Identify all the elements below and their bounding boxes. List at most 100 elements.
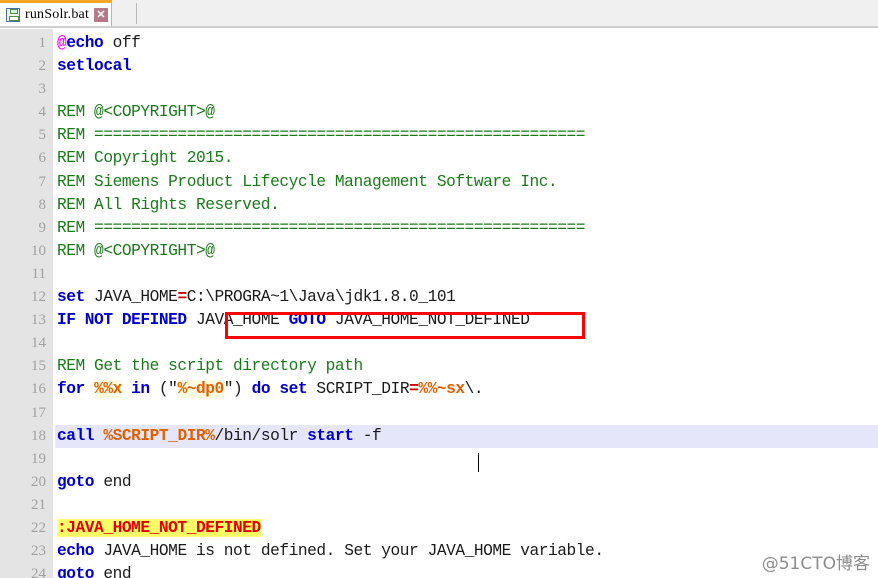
code-token: SCRIPT_DIR — [307, 380, 410, 399]
code-token: start — [307, 426, 354, 445]
code-text[interactable]: for %%x in ("%~dp0") do set SCRIPT_DIR=%… — [57, 378, 484, 401]
code-token: end — [94, 565, 132, 578]
code-text[interactable]: REM Get the script directory path — [57, 355, 363, 378]
code-token: %%~sx — [418, 380, 465, 399]
line-number: 4 — [38, 104, 47, 121]
tab-label: runSolr.bat — [25, 6, 90, 22]
code-text[interactable]: echo JAVA_HOME is not defined. Set your … — [57, 540, 604, 563]
code-text[interactable]: REM Copyright 2015. — [57, 147, 233, 170]
code-text[interactable]: REM @<COPYRIGHT>@ — [57, 101, 215, 124]
code-token: ") — [223, 380, 252, 399]
code-text[interactable]: set JAVA_HOME=C:\PROGRA~1\Java\jdk1.8.0_… — [57, 286, 456, 309]
code-token: REM @<COPYRIGHT>@ — [57, 103, 215, 122]
code-line[interactable]: 24 goto end — [0, 563, 878, 578]
code-token: %~dp0 — [177, 380, 224, 399]
code-token: \. — [464, 380, 484, 399]
code-token: = — [177, 288, 187, 307]
code-token: setlocal — [57, 57, 132, 76]
code-lines[interactable]: 1 @echo off 2 setlocal 3 4 REM @<COPYRIGHT>@ 5 R… — [0, 32, 878, 578]
code-line[interactable]: 14 — [0, 332, 878, 355]
code-token: (" — [149, 380, 178, 399]
code-text[interactable]: goto end — [57, 471, 132, 494]
line-number: 12 — [31, 289, 46, 306]
editor-tab-runsolr-bat[interactable]: runSolr.bat ✕ — [0, 0, 113, 26]
code-text[interactable]: @echo off — [57, 32, 141, 55]
code-line[interactable]: 16 for %%x in ("%~dp0") do set SCRIPT_DIR… — [0, 378, 878, 401]
code-line[interactable]: 8 REM All Rights Reserved. — [0, 194, 878, 217]
code-line[interactable]: 21 — [0, 494, 878, 517]
code-text[interactable]: setlocal — [57, 55, 132, 78]
line-number: 9 — [38, 219, 47, 236]
line-number: 15 — [31, 358, 46, 375]
code-token: echo — [66, 34, 104, 52]
code-line[interactable]: 10 REM @<COPYRIGHT>@ — [0, 240, 878, 263]
code-token: echo — [57, 542, 95, 561]
code-token: JAVA_HOME is not defined. Set your JAVA_… — [94, 542, 604, 561]
code-line[interactable]: 6 REM Copyright 2015. — [0, 147, 878, 170]
line-number: 10 — [31, 242, 46, 259]
line-number: 11 — [31, 265, 46, 282]
code-token: REM ====================================… — [57, 126, 586, 145]
tab-divider — [136, 3, 137, 24]
code-text[interactable]: REM Siemens Product Lifecycle Management… — [57, 171, 558, 194]
code-line[interactable]: 13 IF NOT DEFINED JAVA_HOME GOTO JAVA_HOM… — [0, 309, 878, 332]
floppy-disk-save-icon — [6, 7, 20, 22]
code-token: REM ====================================… — [57, 218, 586, 237]
code-text[interactable]: REM @<COPYRIGHT>@ — [57, 240, 215, 263]
code-token: in — [131, 380, 150, 399]
code-token: JAVA_HOME — [84, 288, 178, 307]
code-line[interactable]: 15 REM Get the script directory path — [0, 355, 878, 378]
code-text[interactable]: REM ====================================… — [57, 217, 586, 240]
code-token: goto — [57, 472, 95, 491]
line-number: 5 — [38, 127, 47, 144]
code-line[interactable]: 9 REM ===================================… — [0, 217, 878, 240]
watermark: @51CTO博客 — [761, 554, 870, 574]
code-text[interactable]: goto end — [57, 563, 132, 578]
code-token: call — [57, 426, 95, 445]
line-number: 1 — [38, 35, 47, 51]
line-number: 8 — [38, 196, 47, 213]
code-text[interactable]: IF NOT DEFINED JAVA_HOME GOTO JAVA_HOME_… — [57, 309, 530, 332]
code-line[interactable]: 3 — [0, 78, 878, 101]
code-line[interactable]: 1 @echo off — [0, 32, 878, 55]
code-text[interactable]: :JAVA_HOME_NOT_DEFINED — [57, 517, 261, 540]
code-line[interactable]: 23 echo JAVA_HOME is not defined. Set you… — [0, 540, 878, 563]
code-line[interactable]: 7 REM Siemens Product Lifecycle Managemen… — [0, 171, 878, 194]
code-text[interactable]: REM All Rights Reserved. — [57, 194, 280, 217]
code-line[interactable]: 2 setlocal — [0, 55, 878, 78]
code-token: REM @<COPYRIGHT>@ — [57, 241, 215, 260]
line-number: 6 — [38, 150, 47, 167]
code-editor[interactable]: 1 @echo off 2 setlocal 3 4 REM @<COPYRIGHT>@ 5 R… — [0, 29, 878, 578]
code-text[interactable]: REM ====================================… — [57, 124, 586, 147]
code-token: %SCRIPT_DIR% — [103, 426, 215, 445]
code-line[interactable]: 18 call %SCRIPT_DIR%/bin/solr start -f — [0, 424, 878, 448]
code-text[interactable]: call %SCRIPT_DIR%/bin/solr start -f — [57, 425, 382, 448]
line-number: 22 — [31, 519, 46, 536]
code-line[interactable]: 12 set JAVA_HOME=C:\PROGRA~1\Java\jdk1.8.… — [0, 286, 878, 309]
line-number: 19 — [31, 450, 46, 467]
line-number: 7 — [38, 173, 47, 190]
code-token: @ — [57, 34, 67, 52]
code-token: goto — [57, 565, 95, 578]
code-line[interactable]: 11 — [0, 263, 878, 286]
code-token: /bin/solr — [214, 426, 308, 445]
line-number: 20 — [31, 473, 46, 490]
code-line[interactable]: 20 goto end — [0, 471, 878, 494]
line-number: 18 — [31, 427, 46, 444]
code-line[interactable]: 17 — [0, 402, 878, 425]
code-token: set — [57, 288, 85, 307]
code-token: REM Siemens Product Lifecycle Management… — [57, 172, 558, 191]
code-line[interactable]: 19 — [0, 448, 878, 471]
code-line[interactable]: 5 REM ===================================… — [0, 124, 878, 147]
line-number: 2 — [38, 58, 47, 75]
code-line[interactable]: 22 :JAVA_HOME_NOT_DEFINED — [0, 517, 878, 540]
code-token: for — [57, 380, 85, 399]
code-line[interactable]: 4 REM @<COPYRIGHT>@ — [0, 101, 878, 124]
code-token: -f — [353, 426, 382, 445]
close-icon[interactable]: ✕ — [94, 7, 109, 22]
code-token: do set — [251, 380, 308, 399]
line-number: 13 — [31, 312, 46, 329]
code-token: JAVA_HOME — [186, 311, 289, 330]
